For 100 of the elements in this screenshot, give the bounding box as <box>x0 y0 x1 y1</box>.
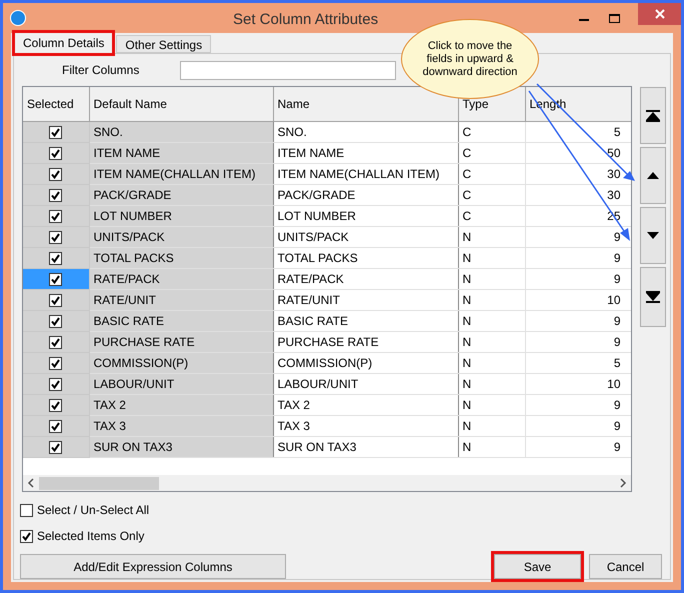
table-cell: N <box>458 331 525 352</box>
column-header[interactable]: Name <box>273 87 458 121</box>
table-cell: N <box>458 436 525 457</box>
checkbox[interactable] <box>49 398 62 412</box>
checkbox[interactable] <box>49 314 62 328</box>
table-cell: LOT NUMBER <box>273 205 458 226</box>
table-cell: 9 <box>525 226 631 247</box>
checkbox[interactable] <box>49 378 62 391</box>
scrollbar-thumb[interactable] <box>39 476 159 490</box>
table-cell: PURCHASE RATE <box>273 331 458 352</box>
checkbox[interactable] <box>20 504 33 516</box>
table-cell: C <box>458 121 525 142</box>
maximize-icon[interactable] <box>609 14 620 22</box>
table-cell: C <box>458 205 525 226</box>
table-cell: 9 <box>525 436 631 457</box>
checkbox-label: Select / Un-Select All <box>37 502 150 519</box>
table-cell: N <box>458 226 525 247</box>
expression-columns-button[interactable]: Add/Edit Expression Columns <box>20 554 286 579</box>
table-cell: N <box>458 352 525 373</box>
table-cell: 5 <box>525 352 631 373</box>
checkbox[interactable] <box>49 188 62 202</box>
table-cell: LOT NUMBER <box>89 205 273 226</box>
tab[interactable]: Other Settings <box>116 35 212 53</box>
table-cell: 9 <box>525 394 631 415</box>
tab[interactable]: Column Details <box>15 33 112 53</box>
save-button[interactable]: Save <box>494 554 581 579</box>
checkbox[interactable] <box>49 420 62 433</box>
close-icon <box>654 9 664 19</box>
move-down-button[interactable] <box>640 207 666 264</box>
table-cell: 10 <box>525 373 631 394</box>
checkbox[interactable] <box>49 146 62 160</box>
table-cell: ITEM NAME <box>89 142 273 163</box>
table-cell: PURCHASE RATE <box>89 331 273 352</box>
checkbox[interactable] <box>49 272 62 286</box>
table-cell: N <box>458 373 525 394</box>
table-cell: 5 <box>525 121 631 142</box>
cancel-button[interactable]: Cancel <box>589 554 662 579</box>
column-header[interactable]: Selected <box>23 87 89 121</box>
table-cell: 10 <box>525 289 631 310</box>
down-arrow-icon <box>647 232 659 239</box>
table-cell: SNO. <box>89 121 273 142</box>
table-cell: UNITS/PACK <box>273 226 458 247</box>
table-cell: UNITS/PACK <box>89 226 273 247</box>
move-bottom-button[interactable] <box>640 267 666 327</box>
table-cell: TOTAL PACKS <box>89 247 273 268</box>
table-cell: TAX 2 <box>89 394 273 415</box>
table-cell: ITEM NAME(CHALLAN ITEM) <box>273 163 458 184</box>
table-cell: BASIC RATE <box>89 310 273 331</box>
table-cell: 9 <box>525 268 631 289</box>
table-cell: N <box>458 394 525 415</box>
table-cell: COMMISSION(P) <box>89 352 273 373</box>
checkbox-label: Selected Items Only <box>37 528 144 545</box>
table-cell: N <box>458 247 525 268</box>
table-cell: C <box>458 142 525 163</box>
table-cell: N <box>458 310 525 331</box>
table-cell: LABOUR/UNIT <box>89 373 273 394</box>
table-cell: COMMISSION(P) <box>273 352 458 373</box>
checkbox[interactable] <box>49 252 62 265</box>
table-cell: C <box>458 184 525 205</box>
table-cell: BASIC RATE <box>273 310 458 331</box>
table-cell: ITEM NAME(CHALLAN ITEM) <box>89 163 273 184</box>
filter-field[interactable] <box>180 60 396 80</box>
table-cell: 30 <box>525 184 631 205</box>
table-cell: RATE/PACK <box>273 268 458 289</box>
table-cell: LABOUR/UNIT <box>273 373 458 394</box>
table-cell: TAX 3 <box>89 415 273 436</box>
table-cell: 9 <box>525 310 631 331</box>
table-cell: RATE/UNIT <box>89 289 273 310</box>
table-cell: 30 <box>525 163 631 184</box>
table-cell: TOTAL PACKS <box>273 247 458 268</box>
table-cell: SNO. <box>273 121 458 142</box>
table-cell: TAX 2 <box>273 394 458 415</box>
move-top-button[interactable] <box>640 87 666 144</box>
table-cell: 9 <box>525 331 631 352</box>
table-cell: N <box>458 268 525 289</box>
move-up-button[interactable] <box>640 147 666 204</box>
table-cell: SUR ON TAX3 <box>273 436 458 457</box>
close-button[interactable] <box>638 3 681 25</box>
checkbox[interactable] <box>49 440 62 454</box>
checkbox[interactable] <box>49 230 62 244</box>
filter-label: Filter Columns <box>62 62 140 79</box>
table-cell: PACK/GRADE <box>273 184 458 205</box>
checkbox[interactable] <box>49 168 62 181</box>
horizontal-scrollbar[interactable] <box>23 475 631 491</box>
up-arrow-icon <box>647 172 659 179</box>
column-header[interactable]: Default Name <box>89 87 273 121</box>
checkbox[interactable] <box>49 356 62 370</box>
checkbox[interactable] <box>20 530 33 542</box>
checkbox[interactable] <box>49 126 62 139</box>
table-cell: C <box>458 163 525 184</box>
move-bottom-icon <box>646 291 660 303</box>
table-cell: RATE/PACK <box>89 268 273 289</box>
table-cell: 9 <box>525 415 631 436</box>
table-cell: N <box>458 415 525 436</box>
table-cell: TAX 3 <box>273 415 458 436</box>
app-logo-icon <box>10 10 26 26</box>
checkbox[interactable] <box>49 294 62 307</box>
checkbox[interactable] <box>49 336 62 349</box>
checkbox[interactable] <box>49 210 62 223</box>
table-cell: 9 <box>525 247 631 268</box>
